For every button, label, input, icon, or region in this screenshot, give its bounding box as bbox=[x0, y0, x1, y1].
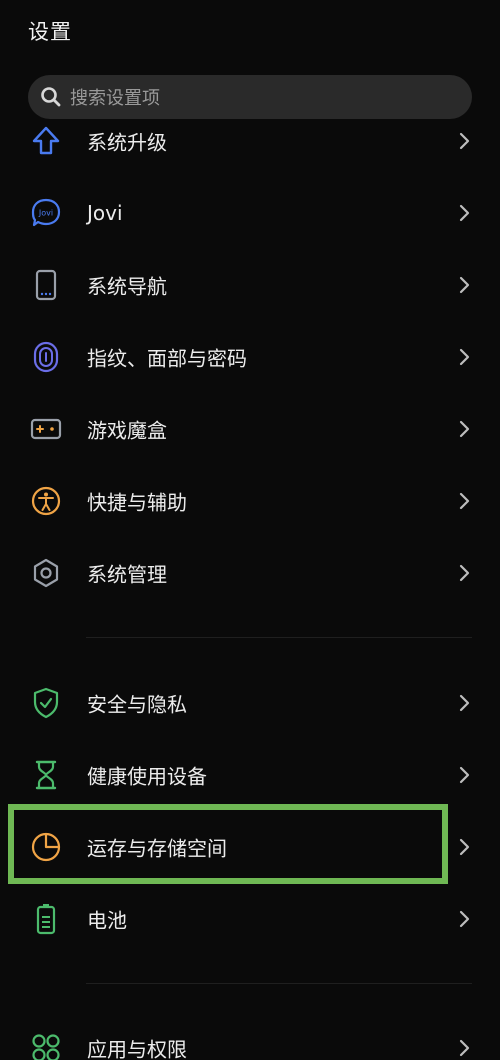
settings-item-label: 系统管理 bbox=[87, 562, 167, 587]
chevron-right-icon bbox=[456, 693, 472, 713]
chevron-right-icon bbox=[456, 203, 472, 223]
settings-item-label: 安全与隐私 bbox=[87, 692, 187, 717]
search-placeholder: 搜索设置项 bbox=[70, 88, 160, 109]
settings-item-label: 健康使用设备 bbox=[87, 764, 207, 789]
settings-item-system-upgrade[interactable]: 系统升级 bbox=[0, 125, 500, 177]
chevron-right-icon bbox=[456, 837, 472, 857]
search-input[interactable]: 搜索设置项 bbox=[28, 75, 472, 119]
settings-item-jovi[interactable]: Jovi Jovi bbox=[0, 177, 500, 249]
chevron-right-icon bbox=[456, 419, 472, 439]
settings-item-label: 指纹、面部与密码 bbox=[87, 346, 247, 371]
gamepad-icon bbox=[30, 413, 62, 445]
jovi-icon: Jovi bbox=[30, 197, 62, 229]
hourglass-icon bbox=[30, 759, 62, 791]
page-title: 设置 bbox=[28, 20, 72, 44]
settings-item-label: 应用与权限 bbox=[87, 1037, 187, 1060]
settings-item-label: 游戏魔盒 bbox=[87, 418, 167, 443]
settings-item-apps-permissions[interactable]: 应用与权限 bbox=[0, 1012, 500, 1060]
settings-item-game-box[interactable]: 游戏魔盒 bbox=[0, 393, 500, 465]
chevron-right-icon bbox=[456, 765, 472, 785]
chevron-right-icon bbox=[456, 131, 472, 151]
settings-item-system-navigation[interactable]: 系统导航 bbox=[0, 249, 500, 321]
settings-item-shortcuts-accessibility[interactable]: 快捷与辅助 bbox=[0, 465, 500, 537]
chevron-right-icon bbox=[456, 909, 472, 929]
settings-item-label: 快捷与辅助 bbox=[87, 490, 187, 515]
fingerprint-icon bbox=[30, 341, 62, 373]
highlight-annotation-box bbox=[8, 804, 448, 884]
section-divider bbox=[86, 637, 472, 638]
settings-item-label: 系统升级 bbox=[87, 130, 167, 155]
section-divider bbox=[86, 983, 472, 984]
chevron-right-icon bbox=[456, 275, 472, 295]
upgrade-arrow-icon bbox=[30, 125, 62, 157]
settings-item-label: Jovi bbox=[87, 201, 123, 225]
accessibility-icon bbox=[30, 485, 62, 517]
settings-screen: 设置 搜索设置项 系统升级 Jovi Jovi 系统导航 指纹、面部与密码 游戏… bbox=[0, 0, 500, 1060]
settings-item-battery[interactable]: 电池 bbox=[0, 883, 500, 955]
settings-item-label: 电池 bbox=[87, 908, 127, 933]
apps-grid-icon bbox=[30, 1032, 62, 1060]
chevron-right-icon bbox=[456, 491, 472, 511]
settings-item-healthy-device-usage[interactable]: 健康使用设备 bbox=[0, 739, 500, 811]
search-icon bbox=[40, 86, 62, 108]
settings-item-security-privacy[interactable]: 安全与隐私 bbox=[0, 667, 500, 739]
settings-item-system-management[interactable]: 系统管理 bbox=[0, 537, 500, 609]
chevron-right-icon bbox=[456, 563, 472, 583]
phone-navigation-icon bbox=[30, 269, 62, 301]
svg-text:Jovi: Jovi bbox=[38, 209, 53, 218]
settings-item-label: 系统导航 bbox=[87, 274, 167, 299]
chevron-right-icon bbox=[456, 347, 472, 367]
settings-list: 系统升级 Jovi Jovi 系统导航 指纹、面部与密码 游戏魔盒 快捷与辅助 … bbox=[0, 125, 500, 1060]
shield-check-icon bbox=[30, 687, 62, 719]
hexagon-settings-icon bbox=[30, 557, 62, 589]
battery-icon bbox=[30, 903, 62, 935]
chevron-right-icon bbox=[456, 1038, 472, 1058]
settings-item-fingerprint-face-password[interactable]: 指纹、面部与密码 bbox=[0, 321, 500, 393]
